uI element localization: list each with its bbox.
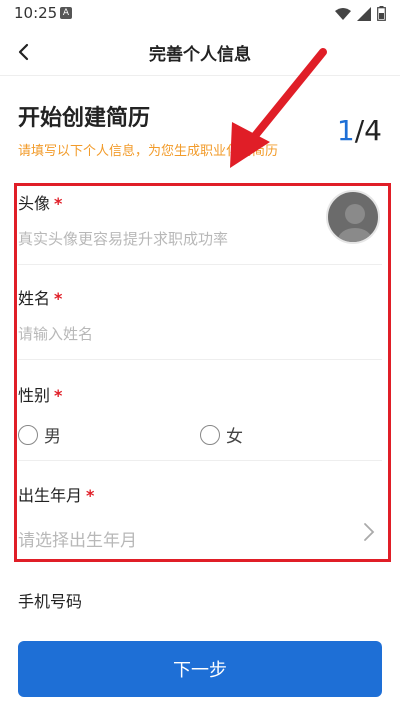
signal-icon — [357, 6, 371, 21]
status-time: 10:25 — [14, 4, 58, 22]
hero-subtitle: 请填写以下个人信息，为您生成职业化的简历 — [18, 144, 279, 159]
step-current: 1 — [336, 114, 355, 147]
battery-icon — [377, 6, 386, 21]
gender-label: 性别 * — [18, 386, 63, 405]
divider — [18, 264, 382, 265]
wifi-icon — [335, 7, 351, 20]
divider — [18, 359, 382, 360]
radio-icon — [18, 424, 38, 445]
next-step-button[interactable]: 下一步 — [18, 641, 382, 697]
phone-label: 手机号码 — [18, 592, 83, 611]
birth-field[interactable]: 出生年月 * 请选择出生年月 — [18, 482, 382, 551]
avatar-placeholder[interactable] — [326, 190, 380, 244]
status-icons — [335, 6, 386, 21]
page-title: 完善个人信息 — [149, 45, 251, 65]
gender-field: 性别 * 男 女 — [18, 382, 382, 447]
required-mark: * — [54, 289, 63, 308]
required-mark: * — [86, 486, 95, 505]
status-bar: 10:25 A — [0, 0, 400, 28]
avatar-hint: 真实头像更容易提升求职成功率 — [18, 230, 229, 248]
birth-label: 出生年月 * — [18, 486, 95, 505]
required-mark: * — [54, 194, 63, 213]
birth-picker[interactable]: 请选择出生年月 — [18, 526, 382, 551]
step-total: /4 — [354, 114, 382, 147]
required-mark: * — [54, 386, 63, 405]
name-label: 姓名 * — [18, 289, 63, 308]
notification-icon: A — [60, 7, 72, 19]
radio-icon — [200, 424, 220, 445]
divider — [18, 460, 382, 461]
step-indicator: 1/4 — [337, 114, 382, 147]
hero-title: 开始创建简历 — [18, 106, 151, 131]
gender-options: 男 女 — [18, 422, 382, 447]
chevron-right-icon — [364, 523, 375, 541]
nav-bar: 完善个人信息 — [0, 28, 400, 76]
gender-option-male[interactable]: 男 — [18, 422, 200, 447]
name-input[interactable]: 请输入姓名 — [18, 323, 382, 344]
name-field[interactable]: 姓名 * 请输入姓名 — [18, 285, 382, 344]
gender-option-female[interactable]: 女 — [200, 422, 382, 447]
